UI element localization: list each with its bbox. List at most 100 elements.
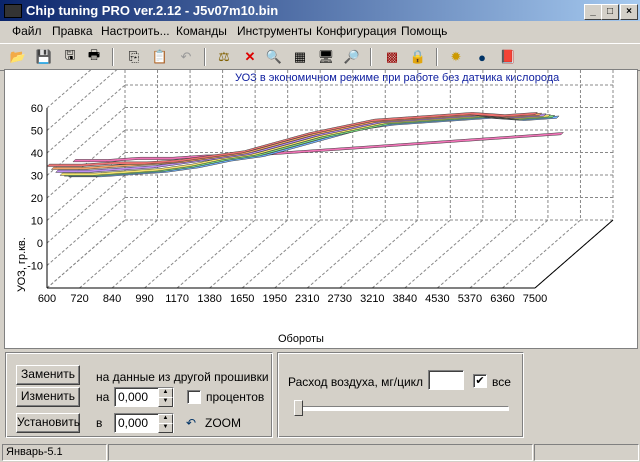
info-icon[interactable]: 🖥 bbox=[316, 47, 336, 67]
grid-line bbox=[372, 219, 451, 289]
x-tick-label: 7500 bbox=[523, 293, 547, 305]
replace-button[interactable]: Заменить bbox=[16, 365, 80, 385]
menu-file[interactable]: Файл bbox=[12, 24, 42, 38]
grid-line bbox=[46, 174, 126, 244]
paste-icon[interactable]: 📋 bbox=[150, 47, 170, 67]
minimize-button[interactable]: _ bbox=[584, 4, 602, 20]
x-tick-label: 1380 bbox=[197, 293, 221, 305]
grid-line bbox=[209, 219, 288, 289]
percent-label: процентов bbox=[206, 390, 265, 404]
x-tick-label: 3210 bbox=[360, 293, 384, 305]
close-button[interactable]: × bbox=[620, 4, 638, 20]
grid-line bbox=[111, 219, 191, 289]
copy-icon[interactable]: ⎘ bbox=[124, 47, 144, 67]
airflow-input[interactable] bbox=[428, 370, 464, 390]
menu-commands[interactable]: Команды bbox=[176, 24, 227, 38]
chart-area: УОЗ в экономичном режиме при работе без … bbox=[4, 69, 638, 349]
controls-panel: Заменить Изменить Установить на данные и… bbox=[0, 350, 640, 442]
percent-checkbox[interactable] bbox=[187, 390, 201, 404]
x-tick-label: 2310 bbox=[295, 293, 319, 305]
x-tick-label: 1650 bbox=[230, 293, 254, 305]
print-icon[interactable]: 🖶 bbox=[84, 47, 104, 67]
status-panel-extra bbox=[534, 444, 639, 461]
airflow-group bbox=[277, 352, 524, 438]
save-icon[interactable]: 💾 bbox=[34, 47, 54, 67]
x-tick-label: 1950 bbox=[262, 293, 286, 305]
grid-line bbox=[79, 219, 158, 289]
x-tick-label: 5370 bbox=[458, 293, 482, 305]
spin-down-icon[interactable]: ▼ bbox=[158, 397, 173, 407]
status-panel-file: Январь-5.1 bbox=[2, 444, 107, 461]
y-tick-label: 10 bbox=[31, 216, 43, 228]
y-tick-label: 30 bbox=[31, 171, 43, 183]
all-label: все bbox=[492, 375, 511, 389]
x-tick-label: 990 bbox=[135, 293, 153, 305]
x-tick-label: 720 bbox=[70, 293, 88, 305]
app-icon bbox=[4, 4, 22, 18]
toolbar: 📂 💾 🖫 🖶 ⎘ 📋 ↶ ⚖ ✕ 🔍 ▦ 🖥 🔎 ▩ 🔒 ✹ ● 📕 bbox=[0, 43, 640, 71]
grid-line bbox=[469, 219, 549, 289]
menu-help[interactable]: Помощь bbox=[401, 24, 447, 38]
window-title: Chip tuning PRO ver.2.12 - J5v07m10.bin bbox=[26, 3, 279, 18]
by-label: на bbox=[96, 390, 110, 404]
table-icon[interactable]: ▦ bbox=[290, 47, 310, 67]
spin-down-icon[interactable]: ▼ bbox=[158, 423, 173, 433]
x-tick-label: 2730 bbox=[328, 293, 352, 305]
x-tick-label: 840 bbox=[103, 293, 121, 305]
save-as-icon[interactable]: 🖫 bbox=[60, 47, 80, 67]
grid-line bbox=[502, 219, 581, 289]
set-value-stepper[interactable]: 0,000 ▲ ▼ bbox=[114, 413, 174, 433]
grid-line bbox=[46, 70, 92, 109]
compare-icon[interactable]: ⚖ bbox=[214, 47, 234, 67]
ignition-chart: УОЗ в экономичном режиме при работе без … bbox=[16, 70, 614, 345]
x-axis-label: Обороты bbox=[278, 333, 324, 345]
chip-icon[interactable]: ▩ bbox=[382, 47, 402, 67]
depth-axis bbox=[534, 219, 614, 289]
y-tick-label: 60 bbox=[31, 103, 43, 115]
find-icon[interactable]: 🔎 bbox=[342, 47, 362, 67]
y-tick-label: 20 bbox=[31, 193, 43, 205]
grid-line bbox=[404, 219, 484, 289]
all-checkbox[interactable]: ✔ bbox=[473, 374, 487, 388]
y-axis-label: УОЗ, гр.кв. bbox=[16, 237, 28, 292]
menu-edit[interactable]: Правка bbox=[52, 24, 93, 38]
menu-settings[interactable]: Настроить... bbox=[101, 24, 170, 38]
undo-icon[interactable]: ↶ bbox=[176, 47, 196, 67]
book-icon[interactable]: 📕 bbox=[498, 47, 518, 67]
airflow-slider-thumb[interactable] bbox=[294, 400, 303, 416]
grid-line bbox=[46, 197, 126, 266]
open-icon[interactable]: 📂 bbox=[8, 47, 28, 67]
set-button[interactable]: Установить bbox=[16, 413, 80, 433]
globe-icon[interactable]: ● bbox=[472, 47, 492, 67]
grid-line bbox=[144, 219, 223, 289]
x-tick-label: 600 bbox=[38, 293, 56, 305]
y-tick-label: 0 bbox=[37, 238, 43, 250]
title-bar: Chip tuning PRO ver.2.12 - J5v07m10.bin … bbox=[0, 0, 640, 21]
y-tick-label: 40 bbox=[31, 148, 43, 160]
set-value: 0,000 bbox=[118, 416, 149, 430]
to-label: в bbox=[96, 416, 103, 430]
change-button[interactable]: Изменить bbox=[16, 387, 80, 407]
maximize-button[interactable]: □ bbox=[601, 4, 619, 20]
menu-configuration[interactable]: Конфигурация bbox=[316, 24, 397, 38]
grid-line bbox=[176, 219, 256, 289]
x-tick-label: 3840 bbox=[393, 293, 417, 305]
menu-tools[interactable]: Инструменты bbox=[237, 24, 312, 38]
menu-bar: Файл Правка Настроить... Команды Инструм… bbox=[0, 21, 640, 41]
grid-line bbox=[241, 219, 321, 289]
lock-icon[interactable]: 🔒 bbox=[408, 47, 428, 67]
zoom-back-icon[interactable]: ↶ bbox=[186, 416, 196, 430]
grid-line bbox=[306, 219, 386, 289]
zoom-icon[interactable]: 🔍 bbox=[264, 47, 284, 67]
airflow-slider-track[interactable] bbox=[297, 406, 509, 411]
x-tick-label: 6360 bbox=[490, 293, 514, 305]
change-value: 0,000 bbox=[118, 390, 149, 404]
delete-icon[interactable]: ✕ bbox=[240, 47, 260, 67]
settings-icon[interactable]: ✹ bbox=[446, 47, 466, 67]
change-value-stepper[interactable]: 0,000 ▲ ▼ bbox=[114, 387, 174, 407]
grid-line bbox=[274, 219, 354, 289]
zoom-label[interactable]: ZOOM bbox=[205, 416, 241, 430]
other-firmware-label: на данные из другой прошивки bbox=[96, 370, 269, 384]
x-tick-label: 4530 bbox=[425, 293, 449, 305]
grid-line bbox=[46, 70, 118, 131]
